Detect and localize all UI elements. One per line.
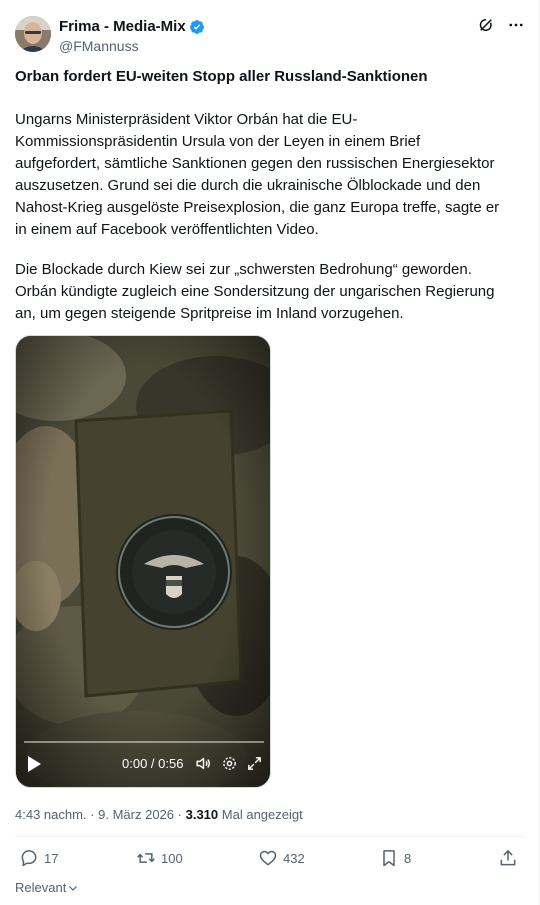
chevron-down-icon: [69, 886, 78, 891]
divider: [15, 836, 525, 837]
bookmark-button[interactable]: 8: [379, 848, 411, 868]
grok-icon[interactable]: [477, 16, 495, 34]
meta-separator: ·: [177, 807, 182, 822]
post-time[interactable]: 4:43 nachm.: [15, 807, 87, 822]
fullscreen-icon[interactable]: [246, 755, 263, 772]
repost-count: 100: [161, 850, 183, 866]
bookmark-count: 8: [404, 850, 412, 866]
repost-button[interactable]: 100: [136, 848, 183, 868]
action-bar: 17 100 432 8: [15, 848, 525, 872]
author-handle[interactable]: @FMannuss: [59, 37, 205, 55]
sort-replies-dropdown[interactable]: Relevant: [15, 880, 79, 896]
reply-count: 17: [44, 850, 59, 866]
tweet-header: Frima - Media-Mix @FMannuss: [15, 16, 525, 56]
tweet-card: Frima - Media-Mix @FMannuss Orban forder…: [0, 0, 540, 905]
more-icon[interactable]: [507, 16, 525, 34]
meta-separator: ·: [90, 807, 95, 822]
video-controls: 0:00 / 0:56: [16, 743, 270, 787]
repost-icon: [137, 853, 155, 863]
like-button[interactable]: 432: [258, 848, 305, 868]
like-icon: [259, 850, 277, 866]
author-display-name[interactable]: Frima - Media-Mix: [59, 17, 186, 36]
post-paragraph-1: Ungarns Ministerpräsident Viktor Orbán h…: [15, 111, 500, 238]
author-name-row[interactable]: Frima - Media-Mix: [59, 17, 205, 36]
video-player[interactable]: 0:00 / 0:56: [15, 335, 271, 788]
share-button[interactable]: [498, 848, 518, 868]
bookmark-icon: [383, 850, 395, 867]
like-count: 432: [283, 850, 305, 866]
volume-icon[interactable]: [195, 755, 212, 772]
view-count-label: Mal angezeigt: [221, 807, 303, 822]
post-paragraph-2: Die Blockade durch Kiew sei zur „schwers…: [15, 261, 495, 322]
view-count: 3.310: [185, 807, 219, 822]
play-icon[interactable]: [26, 755, 42, 773]
post-date[interactable]: 9. März 2026: [98, 807, 174, 822]
video-time: 0:00 / 0:56: [122, 756, 184, 771]
reply-button[interactable]: 17: [19, 848, 58, 868]
reply-icon: [21, 850, 37, 867]
post-meta: 4:43 nachm. · 9. März 2026 · 3.310 Mal a…: [15, 806, 303, 824]
share-icon: [500, 849, 516, 866]
verified-badge-icon: [189, 19, 204, 34]
avatar[interactable]: [15, 16, 51, 52]
sort-label: Relevant: [15, 880, 67, 895]
settings-icon[interactable]: [221, 755, 238, 772]
video-frame-image: [16, 336, 270, 787]
post-headline: Orban fordert EU-weiten Stopp aller Russ…: [15, 68, 428, 85]
